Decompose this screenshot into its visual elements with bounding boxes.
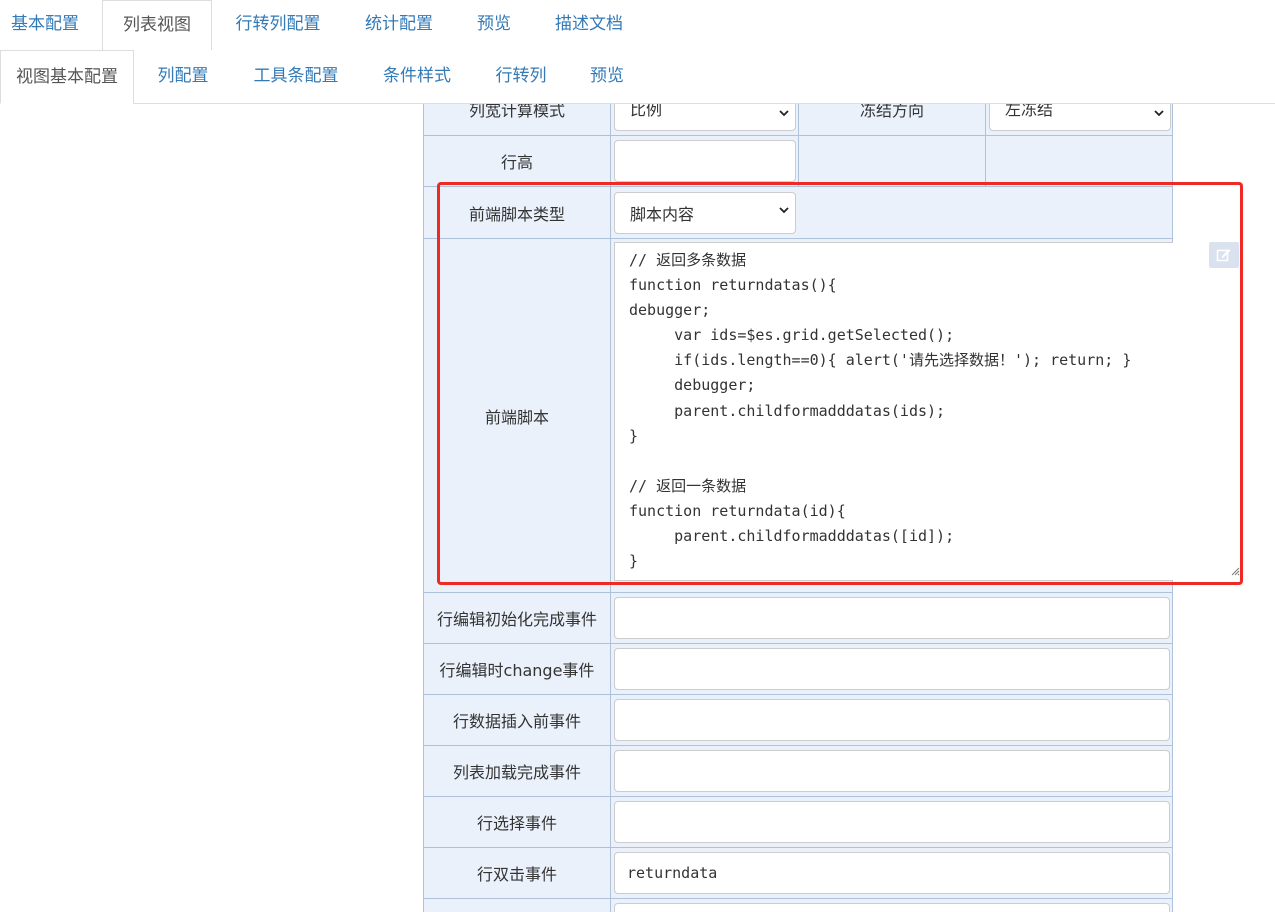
tab-list-view[interactable]: 列表视图 — [102, 0, 212, 51]
event-label: 行数据插入前事件 — [423, 694, 611, 746]
code-line: if(ids.length==0){ alert('请先选择数据！'); ret… — [629, 351, 1132, 370]
chevron-down-icon — [1154, 110, 1164, 117]
code-line: function returndatas(){ — [629, 276, 837, 295]
event-input[interactable] — [614, 903, 1170, 912]
code-line: function returndata(id){ — [629, 501, 846, 520]
row-edit-init-event-input[interactable] — [614, 597, 1170, 639]
code-line: } — [629, 552, 639, 571]
chevron-down-icon — [779, 110, 789, 117]
resize-handle-icon[interactable] — [1230, 566, 1240, 576]
event-label: 行编辑初始化完成事件 — [423, 592, 611, 644]
event-label: 行双击事件 — [423, 847, 611, 899]
script-type-label: 前端脚本类型 — [423, 186, 611, 239]
tab-basic-config[interactable]: 基本配置 — [0, 0, 90, 50]
subtab-conditional-style[interactable]: 条件样式 — [371, 50, 463, 103]
code-line: debugger; — [629, 301, 711, 320]
list-loaded-event-input[interactable] — [614, 750, 1170, 792]
event-row: 行数据插入前事件 — [423, 694, 1173, 746]
script-code-editor[interactable]: // 返回多条数据 function returndatas(){ debugger… — [614, 242, 1173, 581]
tab-preview[interactable]: 预览 — [466, 0, 522, 50]
code-line: // 返回一条数据 — [629, 476, 747, 495]
row-select-event-input[interactable] — [614, 801, 1170, 843]
subtab-column-config[interactable]: 列配置 — [146, 50, 220, 103]
event-row: 行编辑初始化完成事件 — [423, 592, 1173, 644]
edit-script-button[interactable] — [1209, 242, 1239, 268]
before-insert-event-input[interactable] — [614, 699, 1170, 741]
event-row: 列表加载完成事件 — [423, 745, 1173, 797]
event-row: 行双击事件 returndata — [423, 847, 1173, 899]
tab-statistics-config[interactable]: 统计配置 — [353, 0, 445, 50]
event-label: 列表加载完成事件 — [423, 745, 611, 797]
sub-tab-bar: 视图基本配置 列配置 工具条配置 条件样式 行转列 预览 — [0, 50, 1275, 104]
code-line: // 返回多条数据 — [629, 251, 747, 269]
row-height-row: 行高 — [423, 135, 1173, 187]
event-label: 行选择事件 — [423, 796, 611, 848]
tab-row-to-column-config[interactable]: 行转列配置 — [224, 0, 332, 50]
script-type-select[interactable]: 脚本内容 — [614, 192, 796, 234]
chevron-down-icon — [779, 207, 789, 214]
script-label: 前端脚本 — [423, 238, 611, 593]
subtab-row-to-column[interactable]: 行转列 — [484, 50, 558, 103]
event-label: 行编辑时change事件 — [423, 643, 611, 695]
subtab-view-basic-config[interactable]: 视图基本配置 — [0, 50, 134, 104]
event-row: 行选择事件 — [423, 796, 1173, 848]
code-line: parent.childformadddatas([id]); — [629, 526, 955, 545]
script-type-row: 前端脚本类型 脚本内容 — [423, 186, 1173, 239]
code-line: parent.childformadddatas(ids); — [629, 401, 946, 420]
list-view-config-form: 列宽计算模式 比例 冻结方向 左冻结 行高 前端脚本类型 脚本内容 前端脚本 行… — [423, 82, 1173, 912]
subtab-preview[interactable]: 预览 — [579, 50, 635, 103]
row-height-label: 行高 — [423, 135, 611, 187]
main-tab-bar: 基本配置 列表视图 行转列配置 统计配置 预览 描述文档 — [0, 0, 1275, 51]
code-line: var ids=$es.grid.getSelected(); — [629, 326, 955, 345]
edit-icon — [1216, 249, 1231, 262]
code-line: } — [629, 426, 639, 445]
event-row — [423, 898, 1173, 912]
subtab-toolbar-config[interactable]: 工具条配置 — [241, 50, 351, 103]
code-line: debugger; — [629, 376, 756, 395]
event-row: 行编辑时change事件 — [423, 643, 1173, 695]
row-dblclick-event-input[interactable]: returndata — [614, 852, 1170, 894]
tab-description-doc[interactable]: 描述文档 — [543, 0, 635, 50]
row-edit-change-event-input[interactable] — [614, 648, 1170, 690]
row-height-input[interactable] — [614, 140, 796, 182]
